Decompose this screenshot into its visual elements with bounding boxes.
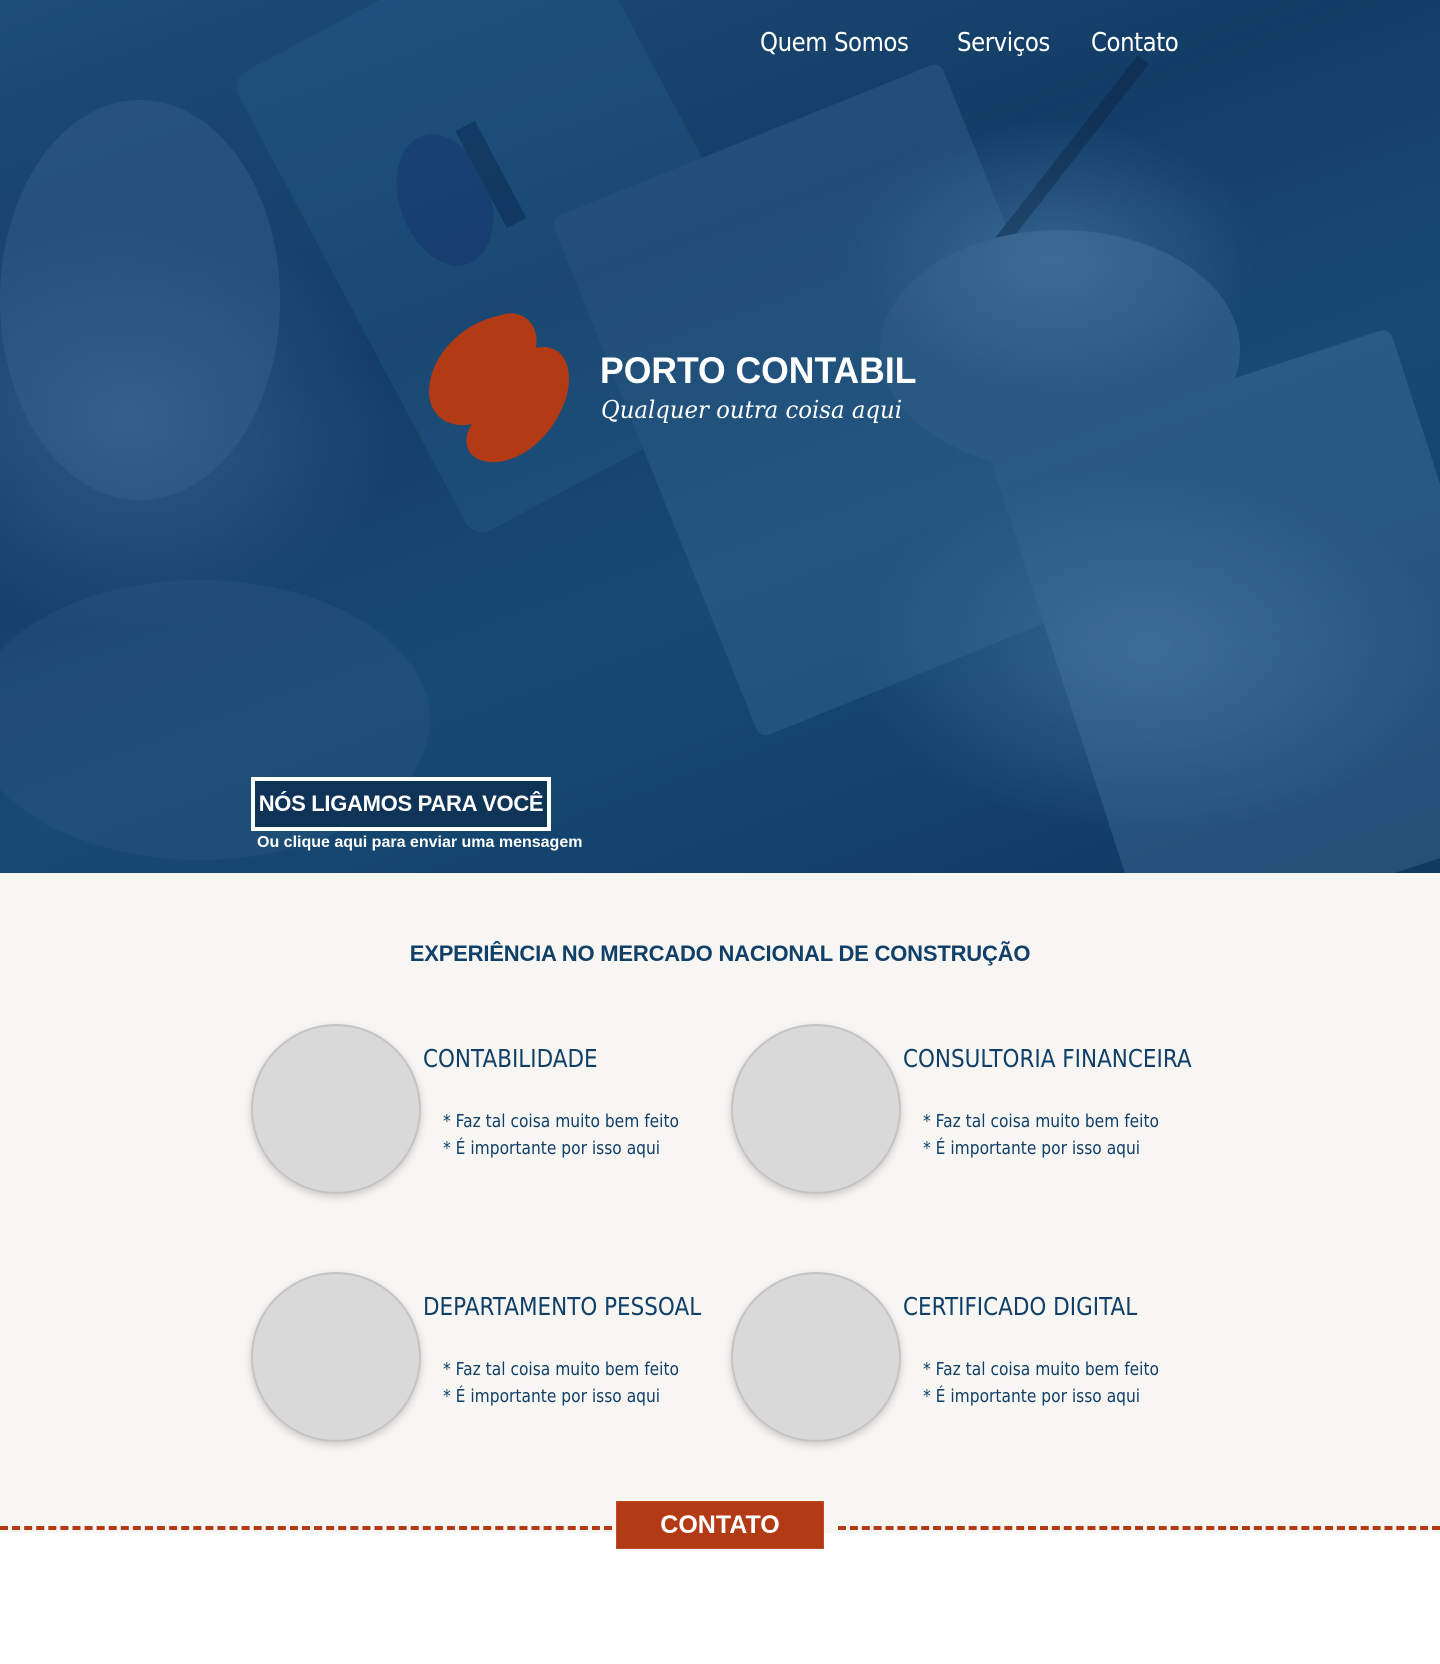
brand-tagline: Qualquer outra coisa aqui [601, 396, 902, 424]
main-nav: Quem Somos Serviços Contato [760, 28, 1190, 58]
service-image-placeholder [731, 1272, 901, 1442]
service-title: CONTABILIDADE [423, 1044, 598, 1073]
call-me-button[interactable]: NÓS LIGAMOS PARA VOCÊ [251, 777, 551, 831]
service-bullet: * Faz tal coisa muito bem feito [443, 1359, 680, 1380]
services-section: EXPERIÊNCIA NO MERCADO NACIONAL DE CONST… [0, 873, 1440, 1533]
brand-name: PORTO CONTABIL [600, 350, 917, 391]
service-bullet: * É importante por isso aqui [443, 1386, 661, 1407]
service-card-contabilidade: CONTABILIDADE * Faz tal coisa muito bem … [251, 1024, 721, 1204]
nav-link-quem-somos[interactable]: Quem Somos [760, 28, 909, 58]
service-bullet: * É importante por isso aqui [923, 1138, 1141, 1159]
service-image-placeholder [731, 1024, 901, 1194]
dashed-line-right [838, 1526, 1440, 1530]
service-bullets: * Faz tal coisa muito bem feito * É impo… [443, 1108, 717, 1162]
service-bullet: * É importante por isso aqui [923, 1386, 1141, 1407]
nav-link-servicos[interactable]: Serviços [957, 28, 1050, 58]
service-bullets: * Faz tal coisa muito bem feito * É impo… [923, 1108, 1197, 1162]
service-title: DEPARTAMENTO PESSOAL [423, 1292, 702, 1321]
hero-section: Quem Somos Serviços Contato PORTO CONTAB… [0, 0, 1440, 873]
service-title: CERTIFICADO DIGITAL [903, 1292, 1138, 1321]
service-bullets: * Faz tal coisa muito bem feito * É impo… [923, 1356, 1197, 1410]
service-bullet: * Faz tal coisa muito bem feito [923, 1111, 1160, 1132]
dashed-line-left [0, 1526, 612, 1530]
service-card-consultoria: CONSULTORIA FINANCEIRA * Faz tal coisa m… [731, 1024, 1201, 1204]
contact-button[interactable]: CONTATO [616, 1501, 824, 1549]
service-bullet: * Faz tal coisa muito bem feito [923, 1359, 1160, 1380]
service-bullet: * Faz tal coisa muito bem feito [443, 1111, 680, 1132]
service-image-placeholder [251, 1272, 421, 1442]
brand-logo: PORTO CONTABIL Qualquer outra coisa aqui [428, 312, 948, 472]
send-message-link[interactable]: Ou clique aqui para enviar uma mensagem [257, 834, 582, 852]
service-card-certificado-digital: CERTIFICADO DIGITAL * Faz tal coisa muit… [731, 1272, 1201, 1452]
service-image-placeholder [251, 1024, 421, 1194]
service-card-departamento-pessoal: DEPARTAMENTO PESSOAL * Faz tal coisa mui… [251, 1272, 721, 1452]
service-bullet: * É importante por isso aqui [443, 1138, 661, 1159]
service-bullets: * Faz tal coisa muito bem feito * É impo… [443, 1356, 717, 1410]
services-heading: EXPERIÊNCIA NO MERCADO NACIONAL DE CONST… [409, 941, 1031, 966]
service-title: CONSULTORIA FINANCEIRA [903, 1044, 1192, 1073]
nav-link-contato[interactable]: Contato [1091, 28, 1179, 58]
brand-mark-icon [429, 313, 570, 463]
